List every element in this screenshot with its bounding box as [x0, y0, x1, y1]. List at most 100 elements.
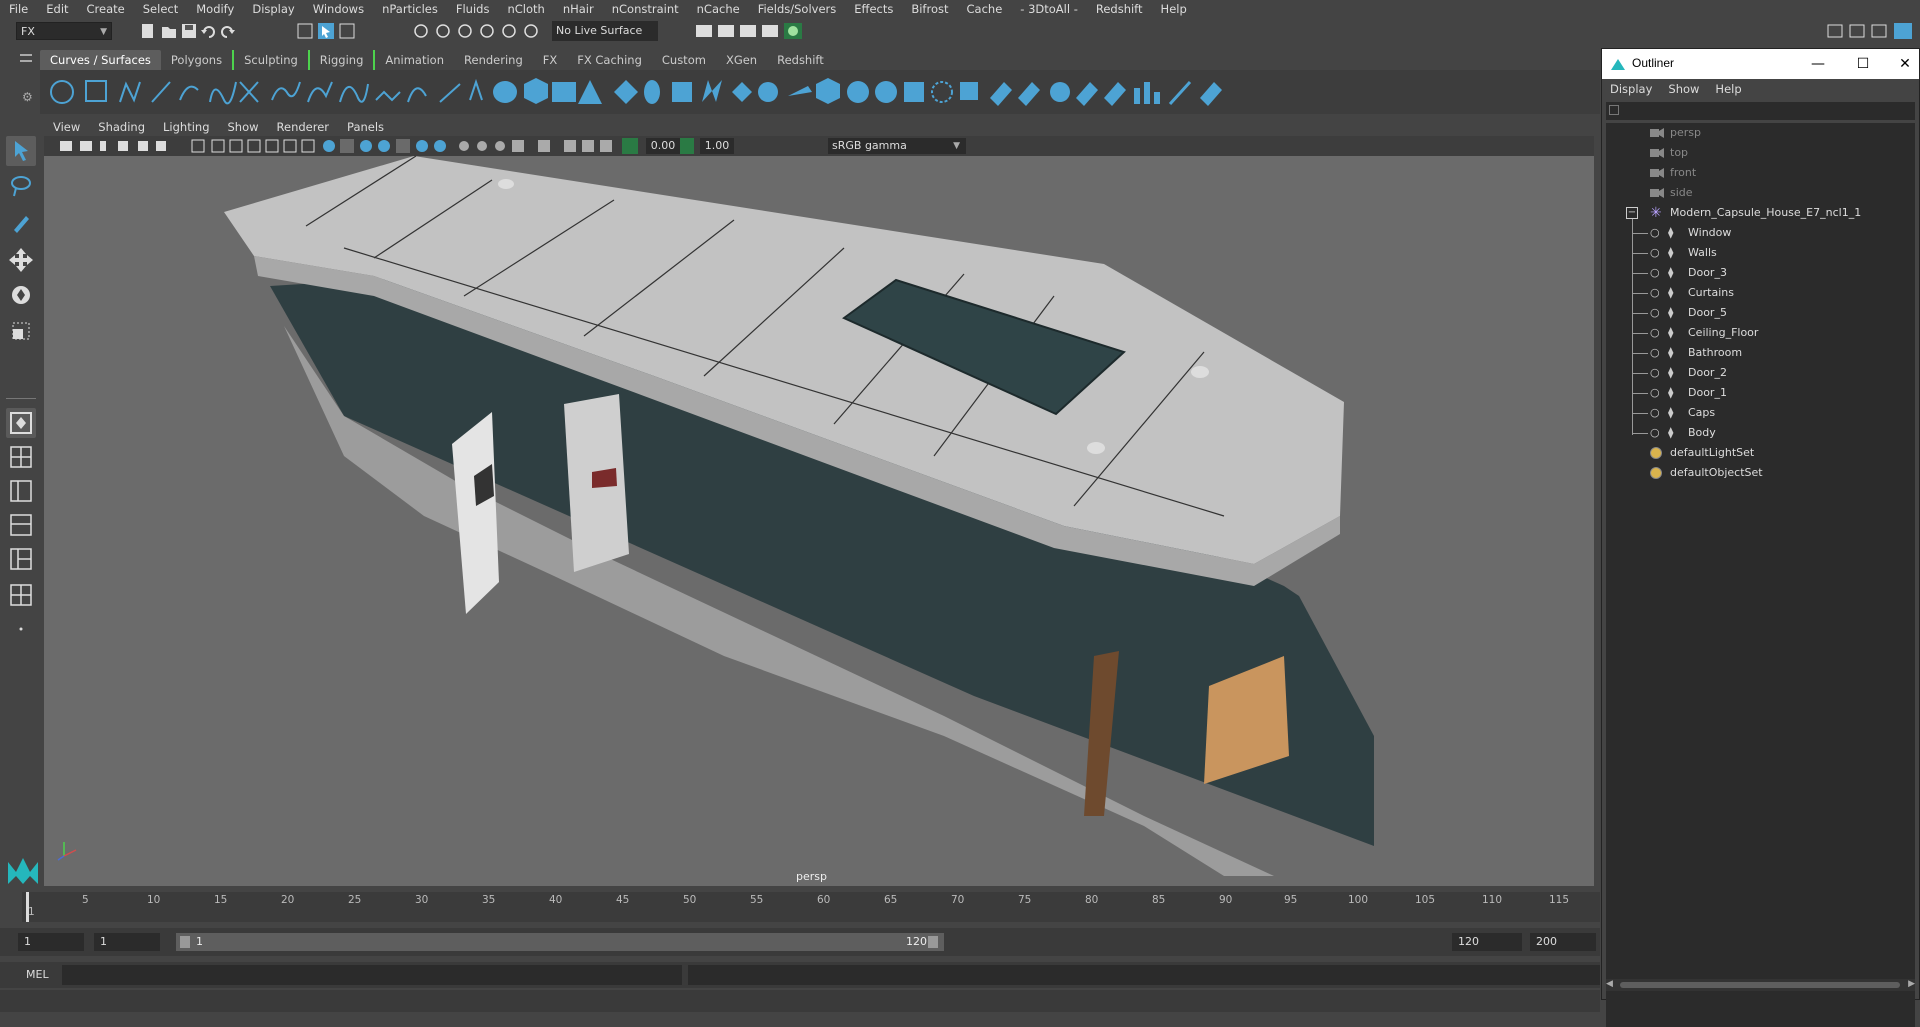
render-settings-icon[interactable] [762, 25, 778, 37]
scroll-left-icon[interactable]: ◀ [1606, 979, 1613, 989]
nurbs-plane-icon[interactable] [614, 80, 638, 104]
nurbs-cylinder-icon[interactable] [552, 82, 576, 102]
gamma-field[interactable]: 1.00 [700, 138, 734, 154]
visibility-dot-icon[interactable]: ○ [1650, 403, 1660, 423]
wireframe-on-shaded-icon[interactable] [378, 140, 390, 152]
persp-outliner-layout[interactable] [6, 476, 36, 506]
untrim-icon[interactable] [990, 82, 1012, 106]
save-scene-icon[interactable] [182, 24, 196, 38]
menu-ncloth[interactable]: nCloth [498, 0, 553, 18]
motion-blur-icon[interactable] [477, 141, 487, 151]
tab-sculpting[interactable]: Sculpting [232, 50, 310, 70]
scroll-right-icon[interactable]: ▶ [1908, 979, 1915, 989]
minimize-icon[interactable]: — [1807, 53, 1829, 75]
outliner-item-door-5[interactable]: ○ ⧫ Door_5 [1632, 303, 1727, 323]
command-language-toggle[interactable]: MEL [26, 968, 49, 981]
visibility-dot-icon[interactable]: ○ [1650, 263, 1660, 283]
bevel-plus-icon[interactable] [816, 78, 840, 104]
menu-cache[interactable]: Cache [958, 0, 1012, 18]
outliner-item-caps[interactable]: ○ ⧫ Caps [1632, 403, 1715, 423]
planar-icon[interactable] [732, 82, 752, 102]
revolve-icon[interactable] [672, 82, 692, 102]
outliner-item-curtains[interactable]: ○ ⧫ Curtains [1632, 283, 1734, 303]
outliner-menu-display[interactable]: Display [1602, 79, 1660, 99]
menu-ncache[interactable]: nCache [688, 0, 749, 18]
layout-menu[interactable] [6, 618, 36, 640]
safe-action-icon[interactable] [283, 139, 297, 153]
nurbs-square-icon[interactable] [85, 80, 107, 102]
visibility-dot-icon[interactable]: ○ [1650, 243, 1660, 263]
depth-of-field-icon[interactable] [512, 140, 524, 152]
range-end-handle[interactable] [928, 936, 938, 948]
textured-icon[interactable] [396, 139, 410, 153]
sculpt-geometry-icon[interactable] [1200, 82, 1222, 106]
outliner-item-door-3[interactable]: ○ ⧫ Door_3 [1632, 263, 1727, 283]
outliner-item-door-1[interactable]: ○ ⧫ Door_1 [1632, 383, 1727, 403]
outliner-item-ceiling-floor[interactable]: ○ ⧫ Ceiling_Floor [1632, 323, 1758, 343]
channel-box-icon[interactable] [1894, 23, 1912, 39]
persp-hypershade-layout[interactable] [6, 544, 36, 574]
menu-file[interactable]: File [0, 0, 37, 18]
menu-fields-solvers[interactable]: Fields/Solvers [749, 0, 846, 18]
camera-attributes-icon[interactable] [80, 141, 92, 151]
outliner-item-default-object-set[interactable]: defaultObjectSet [1650, 463, 1763, 483]
bookmark-icon[interactable] [100, 141, 106, 151]
outliner-menu-help[interactable]: Help [1707, 79, 1749, 99]
playback-start-field[interactable]: 1 [94, 933, 160, 951]
square-surface-icon[interactable] [875, 81, 897, 103]
panel-menu-shading[interactable]: Shading [89, 118, 154, 136]
select-camera-icon[interactable] [60, 141, 72, 151]
nurbs-sphere-icon[interactable] [493, 81, 517, 103]
ipr-render-icon[interactable] [740, 25, 756, 37]
xray-icon[interactable] [564, 140, 576, 152]
birail-icon[interactable] [788, 86, 812, 96]
menu-effects[interactable]: Effects [845, 0, 902, 18]
visibility-dot-icon[interactable]: ○ [1650, 303, 1660, 323]
default-material-icon[interactable] [360, 140, 372, 152]
outliner-item-persp[interactable]: persp [1650, 123, 1701, 143]
view-transform-dropdown[interactable]: sRGB gamma ▼ [828, 138, 966, 154]
detach-surfaces-icon[interactable] [1050, 82, 1070, 102]
close-icon[interactable]: ✕ [1894, 53, 1916, 75]
persp-viewport[interactable] [44, 156, 1594, 886]
select-tool[interactable] [6, 136, 36, 166]
panel-menu-view[interactable]: View [44, 118, 89, 136]
menu-nparticles[interactable]: nParticles [373, 0, 447, 18]
xray-active-icon[interactable] [582, 140, 594, 152]
select-object-icon[interactable] [318, 23, 334, 39]
nurbs-torus-icon[interactable] [644, 80, 660, 104]
modeling-toolkit-icon[interactable] [1827, 24, 1843, 38]
visibility-dot-icon[interactable]: ○ [1650, 423, 1660, 443]
gamma-toggle-icon[interactable] [678, 138, 694, 154]
smooth-curve-icon[interactable] [407, 87, 427, 103]
offset-curve-icon[interactable] [271, 81, 301, 101]
live-surface-field[interactable]: No Live Surface [552, 21, 658, 41]
menu-nconstraint[interactable]: nConstraint [603, 0, 688, 18]
xray-joints-icon[interactable] [600, 140, 612, 152]
isolate-select-icon[interactable] [538, 140, 550, 152]
command-input[interactable] [62, 965, 682, 985]
outliner-item-front[interactable]: front [1650, 163, 1696, 183]
outliner-item-walls[interactable]: ○ ⧫ Walls [1632, 243, 1717, 263]
fillet-curve-icon[interactable] [439, 83, 461, 103]
redo-icon[interactable] [221, 26, 235, 38]
tool-settings-icon[interactable] [1871, 24, 1887, 38]
render-current-icon[interactable] [718, 25, 734, 37]
gate-mask-icon[interactable] [247, 139, 261, 153]
render-view-icon[interactable] [696, 25, 712, 37]
use-all-lights-icon[interactable] [416, 140, 428, 152]
menu-create[interactable]: Create [78, 0, 134, 18]
nurbs-cube-icon[interactable] [524, 78, 548, 104]
tab-redshift[interactable]: Redshift [767, 50, 834, 70]
make-live-icon[interactable] [502, 24, 516, 38]
ep-curve-icon[interactable] [151, 81, 171, 103]
film-gate-icon[interactable] [211, 139, 225, 153]
field-chart-icon[interactable] [265, 139, 279, 153]
insert-isoparm-icon[interactable] [1104, 82, 1126, 106]
single-perspective-layout[interactable] [6, 408, 36, 438]
undo-icon[interactable] [201, 26, 215, 38]
rotate-tool[interactable] [6, 280, 36, 310]
outliner-item-body[interactable]: ○ ⧫ Body [1632, 423, 1716, 443]
panel-menu-renderer[interactable]: Renderer [268, 118, 339, 136]
safe-title-icon[interactable] [301, 139, 315, 153]
